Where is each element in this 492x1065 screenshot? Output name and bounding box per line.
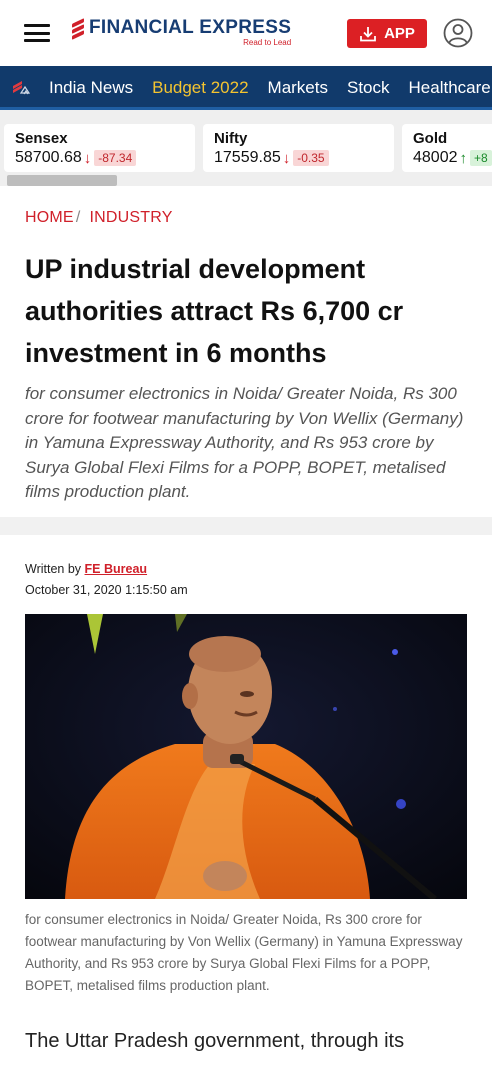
app-button-label: APP [384, 25, 415, 42]
ticker-card-gold[interactable]: Gold 48002 ↑ +8 [402, 124, 492, 172]
site-logo[interactable]: FINANCIAL EXPRESS Read to Lead [70, 17, 291, 47]
breadcrumb-section-link[interactable]: INDUSTRY [89, 209, 172, 226]
ticker-card-nifty[interactable]: Nifty 17559.85 ↓ -0.35 [203, 124, 394, 172]
speaker-photo [25, 614, 467, 899]
fe-logo-mark-icon [70, 18, 86, 40]
ticker-value: 17559.85 [214, 149, 281, 166]
nav-item-budget-2022[interactable]: Budget 2022 [152, 78, 248, 98]
ticker-card-sensex[interactable]: Sensex 58700.68 ↓ -87.34 [4, 124, 195, 172]
arrow-up-icon: ↑ [459, 149, 468, 167]
logo-tagline: Read to Lead [243, 38, 292, 47]
section-divider [0, 517, 492, 535]
app-download-button[interactable]: APP [347, 19, 427, 48]
byline-prefix: Written by [25, 562, 82, 576]
author-link[interactable]: FE Bureau [85, 562, 148, 576]
ticker-change: -0.35 [293, 150, 329, 166]
publish-date: October 31, 2020 1:15:50 am [25, 583, 188, 597]
nav-item-stock[interactable]: Stock [347, 78, 390, 98]
menu-icon[interactable] [24, 24, 50, 42]
image-caption: for consumer electronics in Noida/ Great… [25, 912, 463, 993]
breadcrumb: HOME / INDUSTRY [25, 209, 173, 227]
site-header: FINANCIAL EXPRESS Read to Lead APP [0, 0, 492, 66]
breadcrumb-separator: / [75, 209, 81, 226]
byline: Written by FE Bureau [25, 562, 147, 576]
fe-logo-icon[interactable] [9, 77, 31, 99]
ticker-name: Gold [413, 130, 448, 147]
article-body-paragraph: The Uttar Pradesh government, through it… [25, 1030, 405, 1052]
breadcrumb-home-link[interactable]: HOME [25, 209, 74, 226]
arrow-down-icon: ↓ [282, 149, 291, 167]
ticker-value: 58700.68 [15, 149, 82, 166]
section-nav: India News Budget 2022 Markets Stock Hea… [0, 66, 492, 110]
ticker-scrollbar[interactable] [7, 175, 117, 186]
ticker-name: Sensex [15, 130, 68, 147]
article-header: HOME / INDUSTRY UP industrial development … [0, 186, 492, 517]
nav-item-healthcare[interactable]: Healthcare [409, 78, 491, 98]
article-hero-image [25, 614, 467, 899]
arrow-down-icon: ↓ [83, 149, 92, 167]
nav-item-india-news[interactable]: India News [49, 78, 133, 98]
user-account-icon[interactable] [443, 18, 473, 48]
nav-item-markets[interactable]: Markets [268, 78, 328, 98]
ticker-change: -87.34 [94, 150, 137, 166]
article-headline: UP industrial development authorities at… [25, 254, 404, 368]
logo-text: FINANCIAL EXPRESS [89, 17, 292, 38]
ticker-value: 48002 [413, 149, 458, 166]
ticker-change: +8 [470, 150, 492, 166]
ticker-name: Nifty [214, 130, 248, 147]
article-synopsis: for consumer electronics in Noida/ Great… [25, 384, 464, 501]
download-icon [360, 26, 376, 41]
